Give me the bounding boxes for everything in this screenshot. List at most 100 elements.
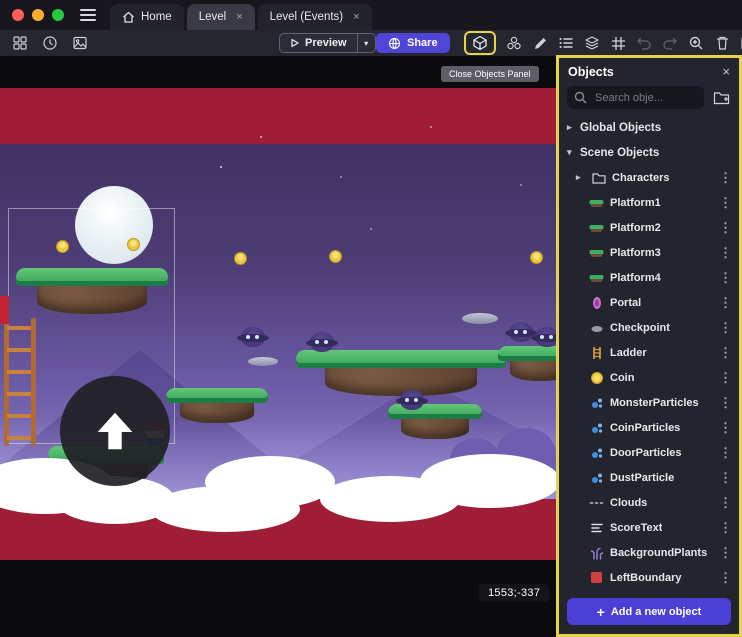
item-label: Global Objects [580,122,661,134]
up-arrow-control[interactable] [60,376,170,486]
item-menu-icon[interactable]: ⋮ [713,395,732,411]
undo-icon[interactable] [634,32,654,54]
object-groups-icon[interactable] [504,32,524,54]
object-row[interactable]: Platform1⋮ [559,190,739,215]
platform-sprite[interactable] [388,404,482,439]
object-row[interactable]: CoinParticles⋮ [559,415,739,440]
tab-level[interactable]: Level × [187,4,255,30]
item-menu-icon[interactable]: ⋮ [713,345,732,361]
cloud-sprite[interactable] [205,456,335,508]
grid-icon[interactable] [608,32,628,54]
fullscreen-window-button[interactable] [52,9,64,21]
item-menu-icon[interactable]: ⋮ [713,370,732,386]
toolbar: Preview ▾ Share [0,30,742,56]
tab-home[interactable]: Home [110,4,184,30]
object-row[interactable]: DoorParticles⋮ [559,440,739,465]
add-object-button[interactable]: + Add a new object [567,598,731,625]
monster-sprite[interactable] [310,332,334,352]
menu-icon[interactable] [80,9,96,21]
close-tab-icon[interactable]: × [353,11,359,23]
ladder-icon [587,346,606,360]
zoom-in-icon[interactable] [686,32,706,54]
close-window-button[interactable] [12,9,24,21]
object-row[interactable]: Platform2⋮ [559,215,739,240]
close-tab-icon[interactable]: × [236,11,242,23]
monster-sprite[interactable] [241,327,265,347]
trash-icon[interactable] [712,32,732,54]
coin-sprite[interactable] [127,238,140,251]
add-folder-icon[interactable] [711,87,731,109]
object-row[interactable]: Platform4⋮ [559,265,739,290]
monster-sprite[interactable] [509,322,533,342]
item-menu-icon[interactable]: ⋮ [713,570,732,586]
preview-button[interactable]: Preview [279,33,358,53]
object-row[interactable]: Platform3⋮ [559,240,739,265]
item-menu-icon[interactable]: ⋮ [713,245,732,261]
search-box[interactable] [567,86,704,109]
item-menu-icon[interactable]: ⋮ [713,495,732,511]
object-row[interactable]: Portal⋮ [559,290,739,315]
project-manager-icon[interactable] [10,32,30,54]
ufo-sprite[interactable] [462,313,498,324]
minimize-window-button[interactable] [32,9,44,21]
ladder-sprite[interactable] [2,318,38,446]
object-row[interactable]: DustParticle ⋮ [559,465,739,490]
item-menu-icon[interactable]: ⋮ [713,170,732,186]
checkpoint-icon [587,321,606,335]
globe-icon [388,37,401,50]
objects-panel-highlight [464,31,496,55]
item-menu-icon[interactable]: ⋮ [713,445,732,461]
object-row[interactable]: Coin⋮ [559,365,739,390]
caret-right-icon[interactable]: ▸ [567,122,580,133]
close-panel-icon[interactable]: × [722,65,730,78]
history-icon[interactable] [40,32,60,54]
object-row[interactable]: ScoreText⋮ [559,515,739,540]
window-controls [0,9,72,21]
platform-sprite[interactable] [166,388,268,423]
object-row[interactable]: Ladder⋮ [559,340,739,365]
platform-sprite[interactable] [296,350,506,396]
left-boundary-sprite[interactable] [0,296,9,324]
folder-row[interactable]: ▸Characters⋮ [559,165,739,190]
cloud-sprite[interactable] [420,454,560,508]
coin-sprite[interactable] [530,251,543,264]
search-input[interactable] [593,91,678,105]
item-menu-icon[interactable]: ⋮ [713,195,732,211]
particles-icon [587,471,606,485]
caret-down-icon[interactable]: ▾ [567,147,580,158]
platform-sprite[interactable] [16,268,168,314]
item-label: LeftBoundary [610,572,682,584]
instances-list-icon[interactable] [556,32,576,54]
item-menu-icon[interactable]: ⋮ [713,295,732,311]
item-menu-icon[interactable]: ⋮ [713,545,732,561]
ufo-sprite[interactable] [248,357,278,366]
object-row[interactable]: LeftBoundary ⋮ [559,565,739,590]
image-icon[interactable] [70,32,90,54]
caret-right-icon[interactable]: ▸ [576,172,589,183]
object-row[interactable]: Checkpoint⋮ [559,315,739,340]
item-menu-icon[interactable]: ⋮ [713,520,732,536]
preview-options-button[interactable]: ▾ [358,33,376,53]
tab-level-events[interactable]: Level (Events) × [258,4,372,30]
item-menu-icon[interactable]: ⋮ [713,220,732,236]
objects-panel-toggle-icon[interactable] [470,32,490,54]
coin-sprite[interactable] [56,240,69,253]
object-row[interactable]: Clouds⋮ [559,490,739,515]
share-button[interactable]: Share [376,33,450,53]
item-menu-icon[interactable]: ⋮ [713,270,732,286]
rename-scene-icon[interactable] [738,32,742,54]
item-menu-icon[interactable]: ⋮ [713,420,732,436]
monster-sprite[interactable] [400,390,424,410]
item-label: DustParticle [610,472,674,484]
coin-sprite[interactable] [329,250,342,263]
item-menu-icon[interactable]: ⋮ [713,320,732,336]
redo-icon[interactable] [660,32,680,54]
edit-icon[interactable] [530,32,550,54]
group-row[interactable]: ▸Global Objects [559,115,739,140]
item-menu-icon[interactable]: ⋮ [713,470,732,486]
layers-icon[interactable] [582,32,602,54]
coin-sprite[interactable] [234,252,247,265]
object-row[interactable]: BackgroundPlants⋮ [559,540,739,565]
group-row[interactable]: ▾Scene Objects [559,140,739,165]
object-row[interactable]: MonsterParticles⋮ [559,390,739,415]
